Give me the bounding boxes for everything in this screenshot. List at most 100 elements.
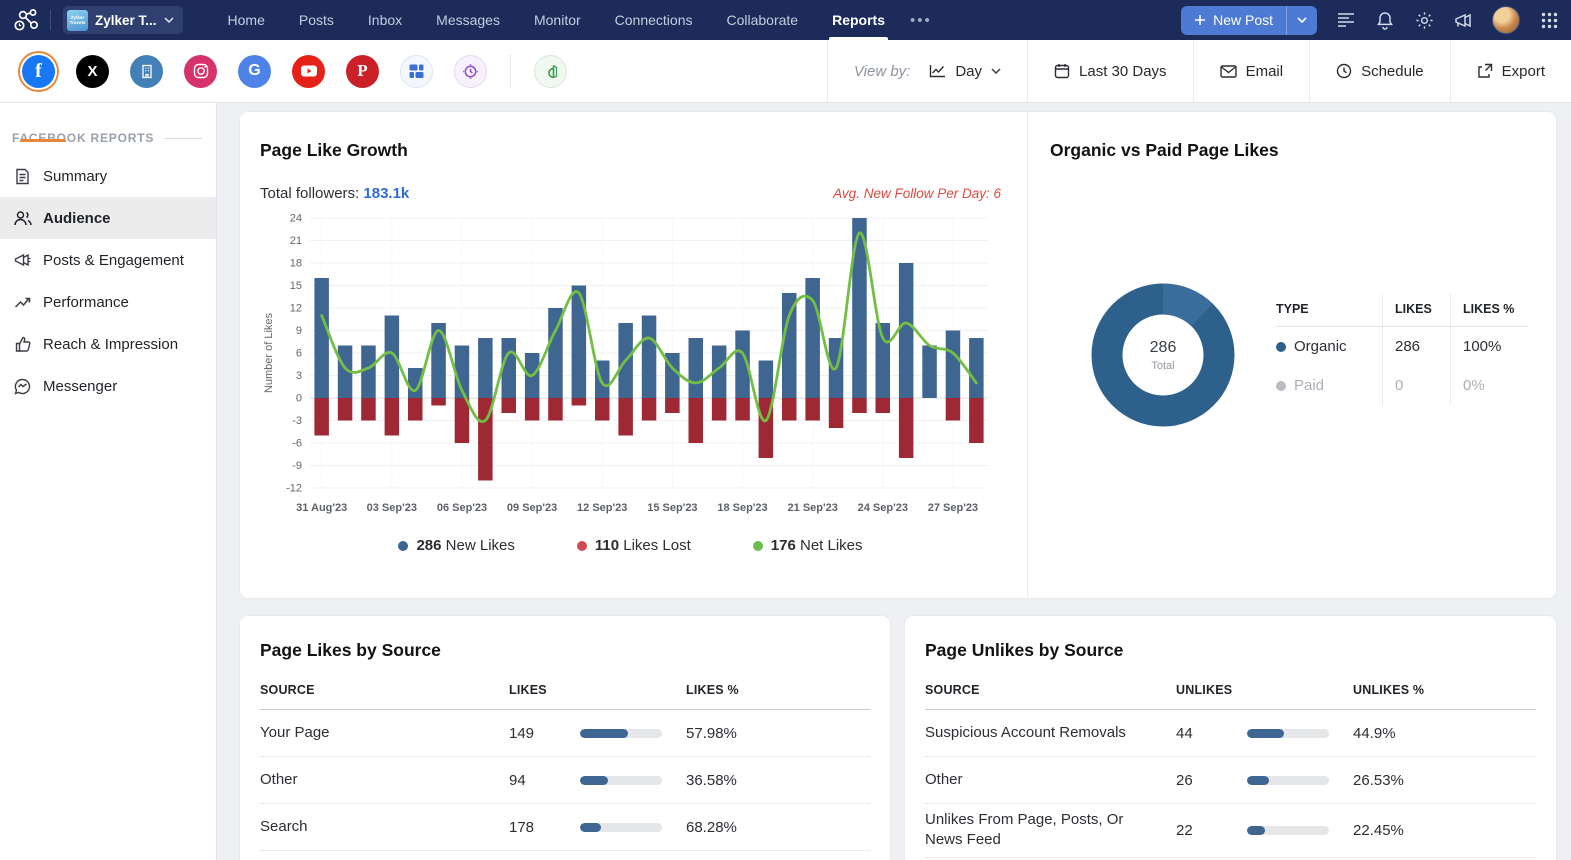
notifications-bell-icon[interactable] (1375, 10, 1395, 30)
svg-text:21: 21 (290, 235, 302, 247)
col-header-type: TYPE (1276, 294, 1382, 326)
svg-text:15: 15 (290, 280, 302, 292)
progress-bar (580, 729, 662, 738)
new-post-button[interactable]: New Post (1181, 6, 1317, 35)
clock-icon (1336, 63, 1352, 79)
nav-item-connections[interactable]: Connections (598, 0, 710, 40)
nav-item-inbox[interactable]: Inbox (351, 0, 419, 40)
nav-item-home[interactable]: Home (211, 0, 282, 40)
pinterest-icon[interactable]: P (346, 55, 379, 88)
svg-text:-9: -9 (292, 460, 302, 472)
svg-text:12: 12 (290, 303, 302, 315)
table-row: Suspicious Account Removals 44 44.9% (925, 710, 1536, 757)
table-row: Organic (1276, 327, 1382, 366)
divider (510, 54, 511, 88)
trend-up-icon (13, 296, 32, 309)
google-icon[interactable]: G (238, 55, 271, 88)
user-avatar[interactable] (1492, 6, 1520, 34)
table-row: Your Page 149 57.98% (260, 710, 870, 757)
donut-total-value: 286 (1150, 339, 1177, 357)
page-like-growth-section: Page Like Growth Total followers: 183.1k… (240, 112, 1028, 598)
page-like-growth-chart: -12-9-6-30369121518212431 Aug'2303 Sep'2… (260, 208, 998, 522)
announcements-megaphone-icon[interactable] (1453, 10, 1473, 30)
new-post-dropdown[interactable] (1286, 6, 1317, 35)
sidebar-item-posts-engagement[interactable]: Posts & Engagement (0, 239, 216, 281)
export-button[interactable]: Export (1450, 40, 1571, 102)
schedule-label: Schedule (1361, 63, 1424, 80)
nav-item-posts[interactable]: Posts (282, 0, 351, 40)
progress-bar (1247, 826, 1329, 835)
report-controls: View by: Day Last 30 Days (827, 40, 1571, 102)
col-header-likes: LIKES (509, 683, 580, 697)
nav-item-messages[interactable]: Messages (419, 0, 517, 40)
plus-icon (1194, 14, 1206, 26)
settings-gear-icon[interactable] (1414, 10, 1434, 30)
svg-text:31 Aug'23: 31 Aug'23 (296, 502, 347, 514)
svg-text:Number of Likes: Number of Likes (263, 312, 275, 393)
brand-name: Zylker T... (95, 13, 157, 28)
paid-dot (1276, 381, 1286, 391)
legend-dot-net-likes (753, 541, 763, 551)
apps-grid-icon[interactable] (1539, 10, 1559, 30)
organic-likes-pct: 100% (1450, 327, 1528, 366)
facebook-icon[interactable]: f (22, 55, 55, 88)
zoho-social-logo-icon[interactable] (12, 6, 42, 34)
col-header-likes-pct: LIKES % (1450, 294, 1528, 326)
messenger-icon (13, 378, 32, 395)
email-label: Email (1246, 63, 1284, 80)
sidebar-item-performance[interactable]: Performance (0, 281, 216, 323)
total-followers-value[interactable]: 183.1k (363, 185, 409, 202)
instagram-icon[interactable] (184, 55, 217, 88)
svg-text:06 Sep'23: 06 Sep'23 (437, 502, 487, 514)
reports-sidebar: FACEBOOK REPORTS Summary Audience Posts … (0, 103, 217, 860)
table-row: Unlikes From Page, Posts, Or News Feed 2… (925, 804, 1536, 858)
x-twitter-icon[interactable]: X (76, 55, 109, 88)
svg-text:24: 24 (290, 213, 302, 225)
sidebar-item-reach-impression[interactable]: Reach & Impression (0, 323, 216, 365)
organic-vs-paid-title: Organic vs Paid Page Likes (1050, 140, 1556, 161)
chart-line-icon (929, 64, 946, 78)
page-like-growth-title: Page Like Growth (260, 140, 1001, 161)
svg-text:-6: -6 (292, 438, 302, 450)
schedule-button[interactable]: Schedule (1309, 40, 1450, 102)
col-header-unlikes-pct: UNLIKES % (1353, 683, 1536, 697)
svg-text:18 Sep'23: 18 Sep'23 (717, 502, 767, 514)
organic-vs-paid-section: Organic vs Paid Page Likes 286 Total TYP… (1028, 112, 1556, 598)
email-button[interactable]: Email (1193, 40, 1310, 102)
activity-feed-icon[interactable] (1336, 10, 1356, 30)
blue-tiles-app-icon[interactable] (400, 55, 433, 88)
organic-paid-donut-chart: 286 Total (1078, 270, 1248, 440)
col-header-source: SOURCE (925, 683, 1176, 697)
sidebar-item-summary[interactable]: Summary (0, 155, 216, 197)
green-app-icon[interactable] (534, 55, 567, 88)
progress-bar (580, 823, 662, 832)
svg-text:21 Sep'23: 21 Sep'23 (788, 502, 838, 514)
main-content: Page Like Growth Total followers: 183.1k… (217, 103, 1571, 860)
col-header-likes: LIKES (1382, 294, 1450, 326)
nav-item-monitor[interactable]: Monitor (517, 0, 598, 40)
organic-paid-table: TYPE LIKES LIKES % Organic 286 100% Paid… (1276, 294, 1528, 405)
brand-logo: Zylker Travels (67, 10, 88, 31)
sidebar-item-messenger[interactable]: Messenger (0, 365, 216, 407)
legend-new-likes: 286 New Likes (398, 537, 514, 554)
youtube-icon[interactable] (292, 55, 325, 88)
more-menu-icon[interactable]: ••• (902, 12, 940, 29)
nav-item-collaborate[interactable]: Collaborate (709, 0, 815, 40)
nav-item-reports[interactable]: Reports (815, 0, 902, 40)
purple-timer-icon[interactable] (454, 55, 487, 88)
table-header: SOURCE LIKES LIKES % (260, 683, 870, 710)
export-icon (1477, 63, 1493, 79)
svg-text:15 Sep'23: 15 Sep'23 (647, 502, 697, 514)
brand-selector[interactable]: Zylker Travels Zylker T... (63, 6, 183, 34)
sidebar-item-audience[interactable]: Audience (0, 197, 216, 239)
view-by-control[interactable]: View by: Day (827, 40, 1027, 102)
chevron-down-icon (991, 68, 1001, 74)
megaphone-icon (13, 253, 32, 268)
active-channel-underline (20, 139, 66, 142)
date-range-control[interactable]: Last 30 Days (1027, 40, 1193, 102)
page-unlikes-by-source-card: Page Unlikes by Source SOURCE UNLIKES UN… (905, 616, 1556, 860)
linkedin-company-icon[interactable] (130, 55, 163, 88)
svg-text:09 Sep'23: 09 Sep'23 (507, 502, 557, 514)
nav-actions: New Post (1181, 6, 1559, 35)
email-icon (1220, 65, 1237, 78)
